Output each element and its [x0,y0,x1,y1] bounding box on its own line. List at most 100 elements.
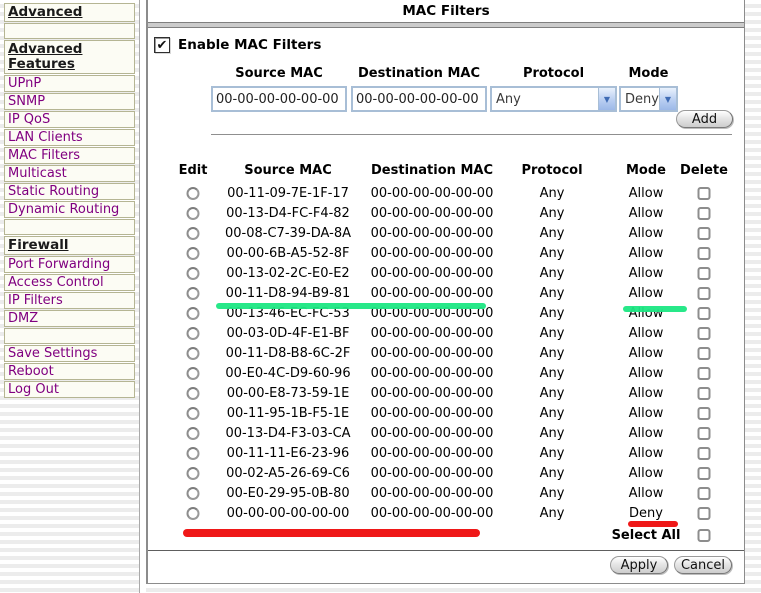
protocol-cell: Any [539,246,565,261]
delete-checkbox[interactable] [697,427,711,440]
edit-cell [186,204,200,224]
source-mac-cell: 00-13-D4-F3-03-CA [225,426,351,441]
delete-cell [697,424,711,444]
sidebar-item-upnp[interactable]: UPnP [4,75,135,92]
edit-radio[interactable] [186,427,200,440]
edit-radio[interactable] [186,267,200,280]
edit-radio[interactable] [186,287,200,300]
cancel-button[interactable]: Cancel [674,556,732,574]
mode-cell: Allow [628,386,664,401]
source-mac-cell: 00-00-E8-73-59-1E [226,386,350,401]
mode-cell: Allow [628,326,664,341]
sidebar-item-log-out[interactable]: Log Out [4,381,135,398]
sidebar-item-dynamic-routing[interactable]: Dynamic Routing [4,201,135,218]
delete-checkbox[interactable] [697,287,711,300]
edit-radio[interactable] [186,487,200,500]
destination-mac-cell: 00-00-00-00-00-00 [370,286,494,301]
mode-cell: Allow [628,226,664,241]
destination-mac-input[interactable] [351,86,487,112]
source-mac-cell: 00-02-A5-26-69-C6 [226,466,350,481]
edit-radio[interactable] [186,347,200,360]
table-row: 00-11-D8-94-B9-81 00-00-00-00-00-00 Any … [148,284,744,304]
source-mac-cell: 00-11-09-7E-1F-17 [227,186,349,201]
enable-mac-filters-checkbox[interactable]: ✔ [154,37,170,53]
apply-button[interactable]: Apply [610,556,668,574]
edit-radio[interactable] [186,407,200,420]
sidebar-item-snmp[interactable]: SNMP [4,93,135,110]
delete-cell [697,244,711,264]
destination-mac-cell: 00-00-00-00-00-00 [370,326,494,341]
destination-mac-cell: 00-00-00-00-00-00 [370,226,494,241]
protocol-select[interactable]: Any ▼ [490,86,617,112]
mode-cell: Allow [628,486,664,501]
sidebar-item-reboot[interactable]: Reboot [4,363,135,380]
destination-mac-cell: 00-00-00-00-00-00 [370,446,494,461]
select-all-checkbox[interactable] [697,529,711,542]
protocol-cell: Any [539,426,565,441]
column-header-destination: Destination MAC [371,163,493,178]
delete-checkbox[interactable] [697,487,711,500]
protocol-cell: Any [539,486,565,501]
edit-radio[interactable] [186,187,200,200]
mode-cell: Allow [628,466,664,481]
delete-checkbox[interactable] [697,207,711,220]
protocol-cell: Any [539,366,565,381]
sidebar-item-access-control[interactable]: Access Control [4,274,135,291]
mode-cell: Allow [628,346,664,361]
delete-checkbox[interactable] [697,187,711,200]
edit-radio[interactable] [186,507,200,520]
edit-radio[interactable] [186,367,200,380]
mode-cell: Allow [628,426,664,441]
sidebar-item-advanced-features: Advanced Features [4,40,135,74]
sidebar-item-ip-qos[interactable]: IP QoS [4,111,135,128]
delete-checkbox[interactable] [697,407,711,420]
table-row: 00-11-95-1B-F5-1E 00-00-00-00-00-00 Any … [148,404,744,424]
sidebar-item-advanced: Advanced [4,3,135,22]
delete-checkbox[interactable] [697,247,711,260]
edit-radio[interactable] [186,467,200,480]
sidebar-item-multicast[interactable]: Multicast [4,165,135,182]
sidebar-item-save-settings[interactable]: Save Settings [4,345,135,362]
sidebar-item-ip-filters[interactable]: IP Filters [4,292,135,309]
delete-checkbox[interactable] [697,347,711,360]
chevron-down-icon: ▼ [598,88,615,110]
source-mac-input[interactable] [211,86,347,112]
mode-select[interactable]: Deny ▼ [619,86,678,112]
sidebar-item-lan-clients[interactable]: LAN Clients [4,129,135,146]
delete-checkbox[interactable] [697,267,711,280]
delete-cell [697,264,711,284]
destination-mac-cell: 00-00-00-00-00-00 [370,346,494,361]
destination-mac-cell: 00-00-00-00-00-00 [370,246,494,261]
sidebar-item-dmz[interactable]: DMZ [4,310,135,327]
delete-checkbox[interactable] [697,307,711,320]
checkmark-icon: ✔ [156,37,168,53]
edit-radio[interactable] [186,447,200,460]
delete-checkbox[interactable] [697,367,711,380]
edit-radio[interactable] [186,327,200,340]
delete-checkbox[interactable] [697,507,711,520]
edit-radio[interactable] [186,227,200,240]
delete-checkbox[interactable] [697,467,711,480]
source-mac-cell: 00-E0-29-95-0B-80 [226,486,350,501]
protocol-cell: Any [539,446,565,461]
delete-checkbox[interactable] [697,387,711,400]
edit-radio[interactable] [186,307,200,320]
sidebar-item-firewall: Firewall [4,236,135,255]
edit-cell [186,284,200,304]
green-marker-row6-mode [623,306,687,312]
destination-mac-cell: 00-00-00-00-00-00 [370,406,494,421]
sidebar-item-static-routing[interactable]: Static Routing [4,183,135,200]
delete-checkbox[interactable] [697,447,711,460]
source-mac-cell: 00-00-00-00-00-00 [226,506,350,521]
sidebar-item-port-forwarding[interactable]: Port Forwarding [4,256,135,273]
edit-radio[interactable] [186,207,200,220]
add-button[interactable]: Add [676,110,733,128]
mode-cell: Allow [628,406,664,421]
edit-radio[interactable] [186,247,200,260]
edit-radio[interactable] [186,387,200,400]
edit-cell [186,244,200,264]
column-header-source: Source MAC [244,163,332,178]
delete-checkbox[interactable] [697,327,711,340]
sidebar-item-mac-filters[interactable]: MAC Filters [4,147,135,164]
delete-checkbox[interactable] [697,227,711,240]
